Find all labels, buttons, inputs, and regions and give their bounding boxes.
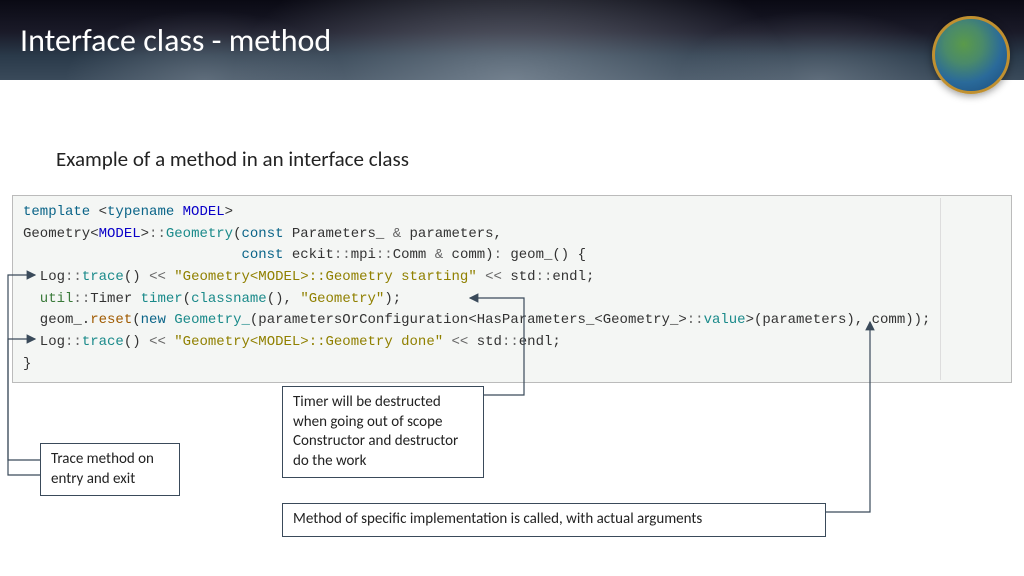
organization-logo-icon — [932, 16, 1010, 94]
callout-method: Method of specific implementation is cal… — [282, 503, 826, 537]
code-line: const eckit::mpi::Comm & comm): geom_() … — [23, 245, 1001, 267]
code-line: template <typename MODEL> — [23, 202, 1001, 224]
callout-timer: Timer will be destructed when going out … — [282, 386, 484, 478]
slide-subtitle: Example of a method in an interface clas… — [56, 146, 409, 172]
code-line: Log::trace() << "Geometry<MODEL>::Geomet… — [23, 332, 1001, 354]
code-line: Geometry<MODEL>::Geometry(const Paramete… — [23, 224, 1001, 246]
slide-title: Interface class - method — [20, 21, 331, 60]
code-line: Log::trace() << "Geometry<MODEL>::Geomet… — [23, 267, 1001, 289]
code-line: util::Timer timer(classname(), "Geometry… — [23, 289, 1001, 311]
code-example: template <typename MODEL> Geometry<MODEL… — [12, 195, 1012, 383]
code-line: geom_.reset(new Geometry_(parametersOrCo… — [23, 310, 1001, 332]
callout-trace: Trace method on entry and exit — [40, 443, 180, 496]
code-line: } — [23, 354, 1001, 376]
title-banner: Interface class - method — [0, 0, 1024, 80]
